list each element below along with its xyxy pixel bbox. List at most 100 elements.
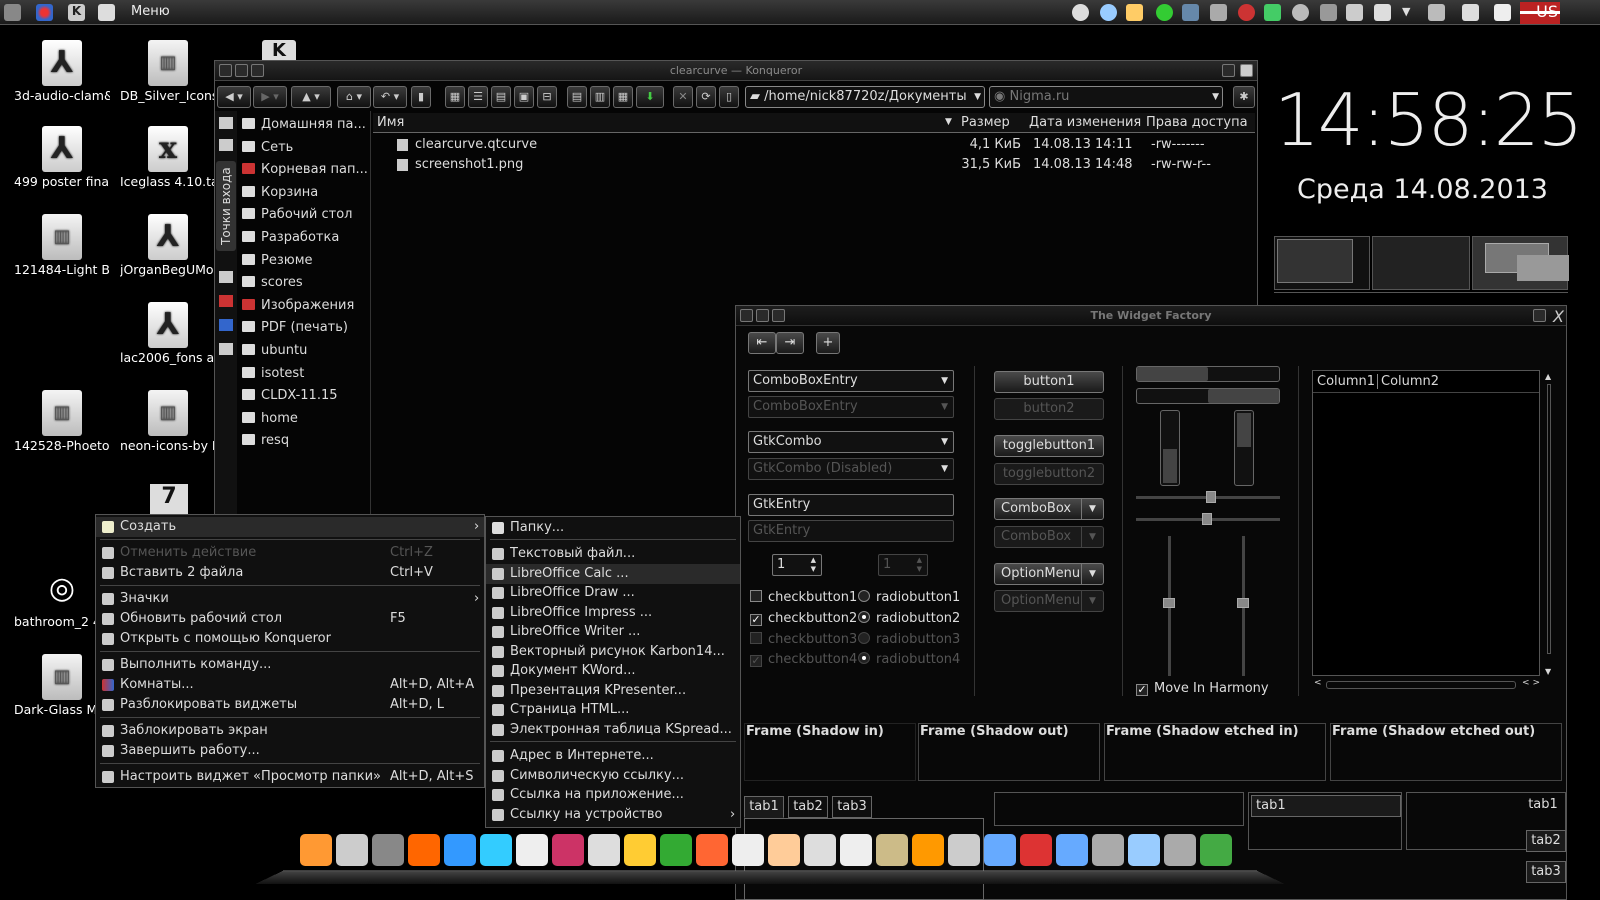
desktop-icon-item[interactable]: x Iceglass 4.10.tar.xz: [120, 126, 216, 189]
status-green-icon[interactable]: [1156, 4, 1173, 21]
create-submenu-item[interactable]: LibreOffice Calc ...: [486, 564, 740, 584]
tab-3[interactable]: tab3: [832, 796, 872, 818]
tree-column-2[interactable]: Column2: [1377, 374, 1439, 389]
pager-desktop-1[interactable]: [1274, 236, 1370, 290]
place-item[interactable]: CLDX-11.15: [239, 388, 371, 410]
context-menu-item[interactable]: Настроить виджет «Просмотр папки» Alt+D, …: [96, 767, 484, 787]
create-submenu-item[interactable]: Презентация KPresenter...: [486, 681, 740, 701]
alarm-icon[interactable]: [1238, 4, 1255, 21]
create-submenu-item[interactable]: Адрес в Интернете...: [486, 746, 740, 766]
vscale-2-handle[interactable]: [1237, 598, 1249, 608]
tree-hscrollbar[interactable]: < < >: [1314, 678, 1540, 692]
context-menu-item[interactable]: Завершить работу...: [96, 741, 484, 761]
notebook-4-tab2[interactable]: tab2: [1526, 830, 1566, 852]
info-icon[interactable]: [1072, 4, 1089, 21]
app-menu-icon[interactable]: [4, 4, 21, 21]
create-submenu-item[interactable]: Электронная таблица KSpread...: [486, 720, 740, 740]
view-compact-button[interactable]: ▤: [491, 86, 511, 108]
gtk-combo[interactable]: GtkCombo ▼: [748, 431, 954, 453]
tree-view[interactable]: Column1 Column2: [1312, 370, 1540, 676]
wifi-icon[interactable]: [1428, 4, 1445, 21]
place-item[interactable]: PDF (печать): [239, 320, 371, 342]
cut-button[interactable]: ▦: [613, 86, 633, 108]
place-item[interactable]: Корневая пап...: [239, 162, 371, 184]
tab-1[interactable]: tab1: [744, 796, 784, 818]
desktop-icon-item[interactable]: ▥ neon-icons-by FRUiT.tar.gz: [120, 390, 216, 453]
context-menu-item[interactable]: Выполнить команду...: [96, 655, 484, 675]
place-item[interactable]: Домашняя па...: [239, 117, 371, 139]
notes-icon[interactable]: [98, 4, 115, 21]
place-item[interactable]: Рабочий стол: [239, 207, 371, 229]
desktop-icon-item[interactable]: ▥ 142528-Phoeton.tar.gz: [14, 390, 110, 453]
red-folder-icon[interactable]: [219, 295, 233, 307]
place-item[interactable]: Разработка: [239, 230, 371, 252]
place-item[interactable]: home: [239, 411, 371, 433]
konqueror-logo-icon[interactable]: ✱: [1233, 86, 1255, 108]
battery-icon[interactable]: [1494, 4, 1511, 21]
widget-factory-titlebar[interactable]: The Widget Factory X: [736, 306, 1566, 326]
new-tab-button[interactable]: ▯: [719, 86, 739, 108]
forward-button[interactable]: ▶ ▾: [253, 86, 287, 108]
text-editor-icon[interactable]: [732, 834, 764, 866]
up-button[interactable]: ▲ ▾: [291, 86, 331, 108]
context-menu-item[interactable]: Открыть с помощью Konqueror: [96, 629, 484, 649]
context-menu-item[interactable]: Создать ›: [96, 517, 484, 537]
back-button[interactable]: ◀ ▾: [217, 86, 251, 108]
paste-button[interactable]: ▥: [590, 86, 610, 108]
package-icon[interactable]: [876, 834, 908, 866]
create-submenu-item[interactable]: Ссылку на устройство ›: [486, 805, 740, 825]
create-submenu-item[interactable]: LibreOffice Impress ...: [486, 603, 740, 623]
radiobutton1[interactable]: radiobutton1: [858, 590, 960, 605]
context-menu-item[interactable]: Разблокировать виджеты Alt+D, L: [96, 695, 484, 715]
bookmark-button[interactable]: ▮: [411, 86, 431, 108]
option-menu[interactable]: OptionMenu ▼: [994, 563, 1104, 585]
checkbutton1[interactable]: checkbutton1: [750, 590, 857, 605]
home-folder-icon[interactable]: [219, 271, 233, 283]
pager-desktop-2[interactable]: [1372, 236, 1470, 290]
gear-icon[interactable]: [1292, 4, 1309, 21]
wf-menu-icon[interactable]: X: [1553, 307, 1564, 326]
gtk-entry[interactable]: GtkEntry: [748, 494, 954, 516]
view-details-button[interactable]: ☰: [468, 86, 488, 108]
history-icon[interactable]: [219, 139, 233, 151]
column-permissions[interactable]: Права доступа: [1146, 115, 1248, 130]
column-sort-icon[interactable]: ▼: [945, 117, 952, 127]
disk-icon[interactable]: [1320, 4, 1337, 21]
desktop-icon-item[interactable]: ⅄ 499 poster final.pdf: [14, 126, 110, 189]
folder-icon[interactable]: [219, 343, 233, 355]
download-button[interactable]: ⬇: [636, 86, 664, 108]
place-item[interactable]: ubuntu: [239, 343, 371, 365]
create-submenu-item[interactable]: LibreOffice Draw ...: [486, 583, 740, 603]
7zip-file-icon[interactable]: 7: [150, 484, 188, 514]
window-menu-button[interactable]: [1240, 64, 1253, 77]
create-submenu-item[interactable]: Символическую ссылку...: [486, 766, 740, 786]
printer-icon[interactable]: [1374, 4, 1391, 21]
keyboard-icon[interactable]: [588, 834, 620, 866]
radiobutton2[interactable]: radiobutton2: [858, 611, 960, 626]
search-bar[interactable]: ◉ Nigma.ru ▼: [989, 86, 1223, 108]
pager-desktop-3[interactable]: [1472, 236, 1569, 290]
mixer-icon[interactable]: [1164, 834, 1196, 866]
rooms-icon[interactable]: [36, 4, 53, 21]
combo-box-entry[interactable]: ComboBoxEntry ▼: [748, 370, 954, 392]
context-menu-item[interactable]: Заблокировать экран: [96, 721, 484, 741]
create-submenu-item[interactable]: Документ KWord...: [486, 661, 740, 681]
fox-icon[interactable]: [912, 834, 944, 866]
kde-icon[interactable]: K: [68, 4, 85, 21]
network-folder-icon[interactable]: [219, 319, 233, 331]
chat-icon[interactable]: [300, 834, 332, 866]
wf-first-button[interactable]: ⇤: [748, 332, 776, 354]
desktop-icon-item[interactable]: ⅄ lac2006_fons adriaensen_01: [120, 302, 216, 365]
place-item[interactable]: isotest: [239, 366, 371, 388]
column-modified[interactable]: Дата изменения: [1029, 115, 1141, 130]
create-submenu-item[interactable]: Векторный рисунок Karbon14...: [486, 642, 740, 662]
paint-icon[interactable]: [552, 834, 584, 866]
create-submenu-item[interactable]: Страница HTML...: [486, 700, 740, 720]
graphics-icon[interactable]: [516, 834, 548, 866]
context-menu-item[interactable]: Вставить 2 файла Ctrl+V: [96, 563, 484, 583]
place-item[interactable]: Сеть: [239, 140, 371, 162]
button1[interactable]: button1: [994, 371, 1104, 393]
desktop-icon-item[interactable]: ⅄ jOrganBegUMol-4.pdf: [120, 214, 216, 277]
desktop-icon-item[interactable]: ▥ DB_Silver_Icons.tar.gz: [120, 40, 216, 103]
book-icon[interactable]: [1126, 4, 1143, 21]
